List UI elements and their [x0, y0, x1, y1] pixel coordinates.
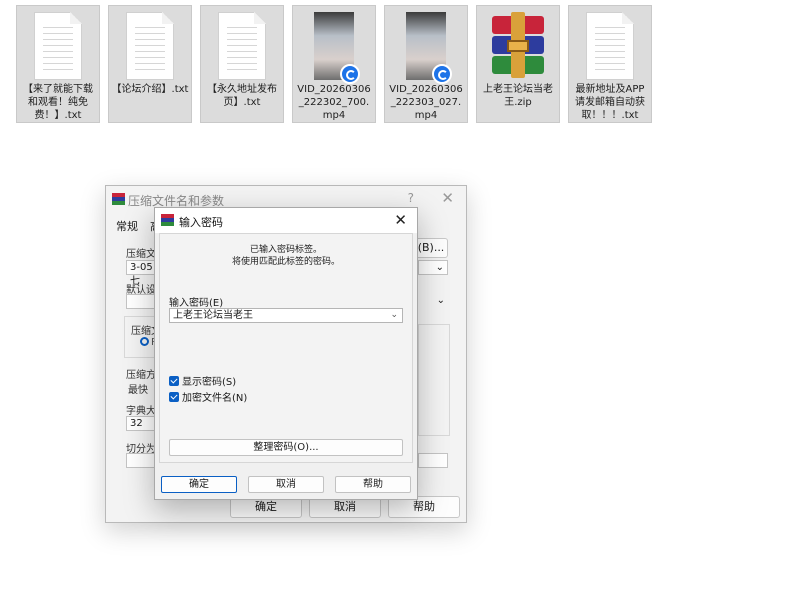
archive-name-dropdown[interactable]: ⌄ — [418, 260, 448, 275]
password-dialog: 输入密码 ✕ 已输入密码标签。 将使用匹配此标签的密码。 输入密码(E) 上老王… — [154, 207, 418, 500]
file-name: 最新地址及APP请发邮箱自动获取！！！.txt — [575, 84, 645, 121]
close-icon[interactable]: ✕ — [441, 189, 454, 207]
cancel-button[interactable]: 取消 — [248, 476, 324, 493]
encrypt-filenames-label: 加密文件名(N) — [182, 393, 248, 404]
video-thumbnail-icon — [406, 12, 452, 84]
file-item-latest-address-txt[interactable]: 最新地址及APP请发邮箱自动获取！！！.txt — [568, 5, 652, 123]
dialog-titlebar: 输入密码 ✕ — [155, 208, 417, 233]
checkbox-checked-icon — [169, 375, 179, 386]
profile-button[interactable] — [126, 294, 156, 309]
file-item-zip[interactable]: 上老王论坛当老王.zip — [476, 5, 560, 123]
help-button[interactable]: 帮助 — [335, 476, 411, 493]
close-icon[interactable]: ✕ — [394, 211, 407, 229]
file-name: 【论坛介绍】.txt — [111, 84, 189, 95]
help-icon[interactable]: ? — [408, 191, 414, 205]
video-player-badge-icon — [340, 64, 360, 84]
dialog-title: 输入密码 — [179, 216, 223, 229]
show-password-label: 显示密码(S) — [182, 377, 237, 388]
compression-method-value[interactable]: 最快 — [128, 381, 148, 396]
winrar-archive-icon — [492, 12, 544, 78]
update-mode-dropdown[interactable]: ⌄ — [418, 294, 448, 309]
file-item-video-027[interactable]: VID_20260306_222303_027.mp4 — [384, 5, 468, 123]
text-document-icon — [34, 12, 82, 80]
show-password-checkbox[interactable]: 显示密码(S) — [169, 373, 236, 388]
password-panel: 已输入密码标签。 将使用匹配此标签的密码。 — [159, 233, 413, 463]
split-volumes-input[interactable] — [126, 453, 156, 468]
chevron-down-icon: ⌄ — [436, 295, 445, 306]
file-item-permanent-address-txt[interactable]: 【永久地址发布页】.txt — [200, 5, 284, 123]
options-group — [418, 324, 450, 436]
password-input[interactable]: 上老王论坛当老王 ⌄ — [169, 308, 403, 323]
video-thumbnail-icon — [314, 12, 360, 84]
chevron-down-icon[interactable]: ⌄ — [390, 309, 398, 322]
organize-passwords-button[interactable]: 整理密码(O)... — [169, 439, 403, 456]
archive-name-label: 压缩文 — [126, 249, 156, 260]
format-radio[interactable] — [140, 337, 149, 346]
winrar-app-icon — [161, 214, 174, 227]
compression-method-label: 压缩方 — [126, 370, 156, 381]
ok-button[interactable]: 确定 — [161, 476, 237, 493]
text-document-icon — [586, 12, 634, 80]
encrypt-filenames-checkbox[interactable]: 加密文件名(N) — [169, 389, 247, 404]
password-value: 上老王论坛当老王 — [173, 310, 253, 321]
winrar-app-icon — [112, 193, 125, 206]
chevron-down-icon: ⌄ — [435, 262, 444, 273]
archive-name-input[interactable]: 3-05七 — [126, 260, 156, 287]
file-name: 上老王论坛当老王.zip — [483, 84, 553, 108]
file-name: 【永久地址发布页】.txt — [207, 84, 277, 108]
file-name: VID_20260306_222303_027.mp4 — [389, 84, 463, 121]
tab-general[interactable]: 常规 — [116, 218, 138, 234]
browse-button[interactable]: (B)... — [414, 238, 448, 258]
password-set-button[interactable] — [418, 453, 448, 468]
text-document-icon — [218, 12, 266, 80]
file-item-download-txt[interactable]: 【来了就能下载和观看！纯免费！】.txt — [16, 5, 100, 123]
file-item-forum-intro-txt[interactable]: 【论坛介绍】.txt — [108, 5, 192, 123]
checkbox-checked-icon — [169, 391, 179, 402]
password-label: 输入密码(E) — [169, 298, 224, 309]
file-name: 【来了就能下载和观看！纯免费！】.txt — [23, 84, 93, 121]
text-document-icon — [126, 12, 174, 80]
file-name: VID_20260306_222302_700.mp4 — [297, 84, 371, 121]
file-item-video-700[interactable]: VID_20260306_222302_700.mp4 — [292, 5, 376, 123]
label-notice-line2: 将使用匹配此标签的密码。 — [231, 257, 340, 267]
dictionary-size-select[interactable]: 32 — [126, 416, 156, 431]
video-player-badge-icon — [432, 64, 452, 84]
